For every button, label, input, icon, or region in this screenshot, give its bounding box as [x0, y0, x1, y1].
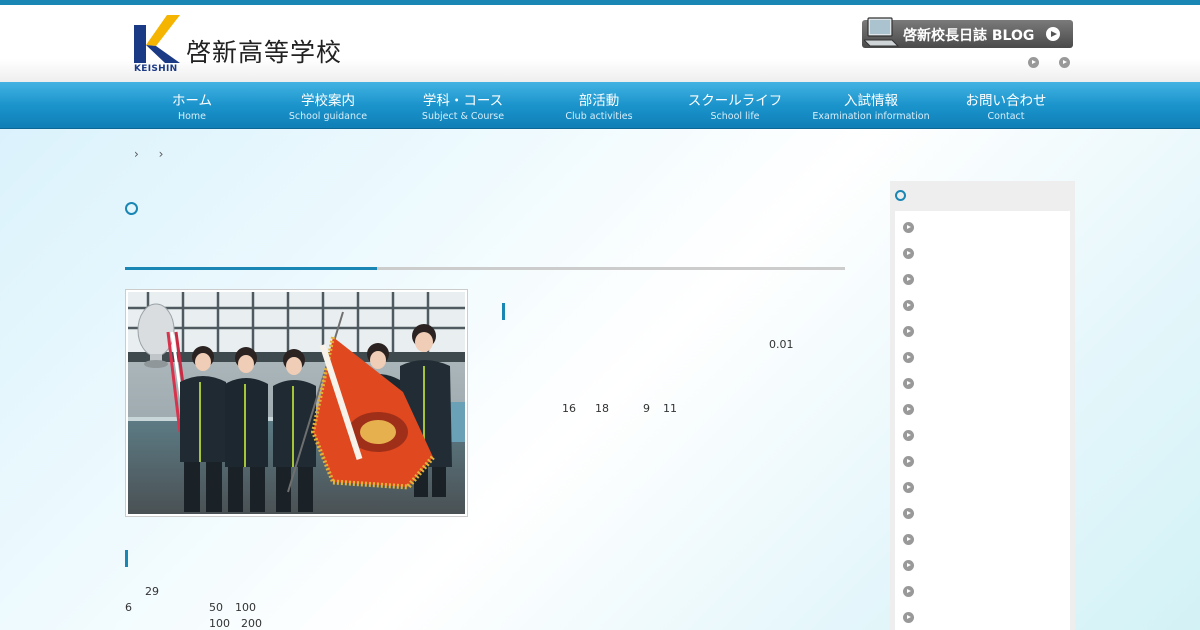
article-number: 100	[235, 601, 256, 614]
sidebar	[890, 181, 1075, 630]
keishin-logo[interactable]	[134, 15, 180, 63]
nav-sub-label: Examination information	[812, 111, 930, 122]
sidebar-item-bullet-icon[interactable]	[903, 612, 914, 623]
sidebar-item-bullet-icon[interactable]	[903, 352, 914, 363]
article-number: 0.01	[769, 338, 794, 351]
article-number: 50	[209, 601, 223, 614]
breadcrumb-separator: ›	[134, 147, 139, 161]
sidebar-item-bullet-icon[interactable]	[903, 482, 914, 493]
nav-item-school-guidance[interactable]: 学校案内 School guidance	[283, 82, 373, 129]
nav-sub-label: Club activities	[565, 111, 633, 122]
nav-label: お問い合わせ	[965, 93, 1047, 109]
section-marker	[125, 550, 128, 567]
laptop-icon	[864, 17, 900, 47]
nav-label: スクールライフ	[687, 93, 783, 109]
sidebar-item-bullet-icon[interactable]	[903, 456, 914, 467]
nav-sub-label: School life	[710, 111, 760, 122]
sidebar-item-bullet-icon[interactable]	[903, 586, 914, 597]
breadcrumb: › ›	[134, 147, 179, 161]
section-marker	[502, 303, 505, 320]
nav-label: 学科・コース	[422, 93, 504, 109]
nav-label: 学校案内	[301, 93, 355, 109]
sidebar-item-bullet-icon[interactable]	[903, 378, 914, 389]
article-number: 29	[145, 585, 159, 598]
play-circle-icon[interactable]	[1059, 57, 1070, 68]
play-circle-icon	[1046, 27, 1060, 41]
sidebar-item-bullet-icon[interactable]	[903, 560, 914, 571]
site-header: KEISHIN 啓新高等学校 啓新校長日誌 BLOG	[0, 5, 1200, 82]
logo-text: KEISHIN	[134, 64, 178, 74]
sidebar-item-bullet-icon[interactable]	[903, 274, 914, 285]
article-number: 9	[643, 402, 650, 415]
nav-item-contact[interactable]: お問い合わせ Contact	[956, 82, 1056, 129]
main-nav: ホーム Home 学校案内 School guidance 学科・コース Sub…	[0, 82, 1200, 129]
nav-item-home[interactable]: ホーム Home	[152, 82, 232, 129]
article-number: 200	[241, 617, 262, 630]
article-number: 6	[125, 601, 132, 614]
blog-button-label: 啓新校長日誌 BLOG	[903, 28, 1035, 44]
article-number: 18	[595, 402, 609, 415]
sidebar-heading	[890, 181, 1075, 210]
play-circle-icon[interactable]	[1028, 57, 1039, 68]
sidebar-item-bullet-icon[interactable]	[903, 430, 914, 441]
title-circle-icon	[125, 202, 138, 215]
nav-item-school-life[interactable]: スクールライフ School life	[680, 82, 790, 129]
breadcrumb-separator: ›	[158, 147, 164, 161]
nav-label: ホーム	[171, 93, 213, 109]
article-number: 100	[209, 617, 230, 630]
nav-item-subject-course[interactable]: 学科・コース Subject & Course	[413, 82, 513, 129]
article-number: 16	[562, 402, 576, 415]
nav-label: 入試情報	[844, 93, 898, 109]
nav-sub-label: School guidance	[288, 111, 368, 122]
title-underline-accent	[125, 267, 377, 270]
sidebar-item-bullet-icon[interactable]	[903, 326, 914, 337]
principal-blog-button[interactable]: 啓新校長日誌 BLOG	[862, 17, 1073, 48]
title-underline	[125, 267, 845, 270]
sidebar-item-bullet-icon[interactable]	[903, 248, 914, 259]
sidebar-item-bullet-icon[interactable]	[903, 222, 914, 233]
sidebar-item-bullet-icon[interactable]	[903, 300, 914, 311]
nav-item-club-activities[interactable]: 部活動 Club activities	[554, 82, 644, 129]
nav-sub-label: Subject & Course	[421, 111, 505, 122]
sidebar-item-bullet-icon[interactable]	[903, 508, 914, 519]
school-name[interactable]: 啓新高等学校	[186, 33, 342, 69]
nav-label: 部活動	[578, 93, 620, 109]
sidebar-circle-icon	[895, 190, 906, 201]
sidebar-item-bullet-icon[interactable]	[903, 404, 914, 415]
sidebar-item-bullet-icon[interactable]	[903, 534, 914, 545]
nav-sub-label: Home	[177, 111, 207, 122]
team-photo	[125, 289, 468, 517]
nav-sub-label: Contact	[987, 111, 1025, 122]
article-number: 11	[663, 402, 677, 415]
sidebar-list	[895, 211, 1070, 630]
nav-item-examination[interactable]: 入試情報 Examination information	[806, 82, 936, 129]
